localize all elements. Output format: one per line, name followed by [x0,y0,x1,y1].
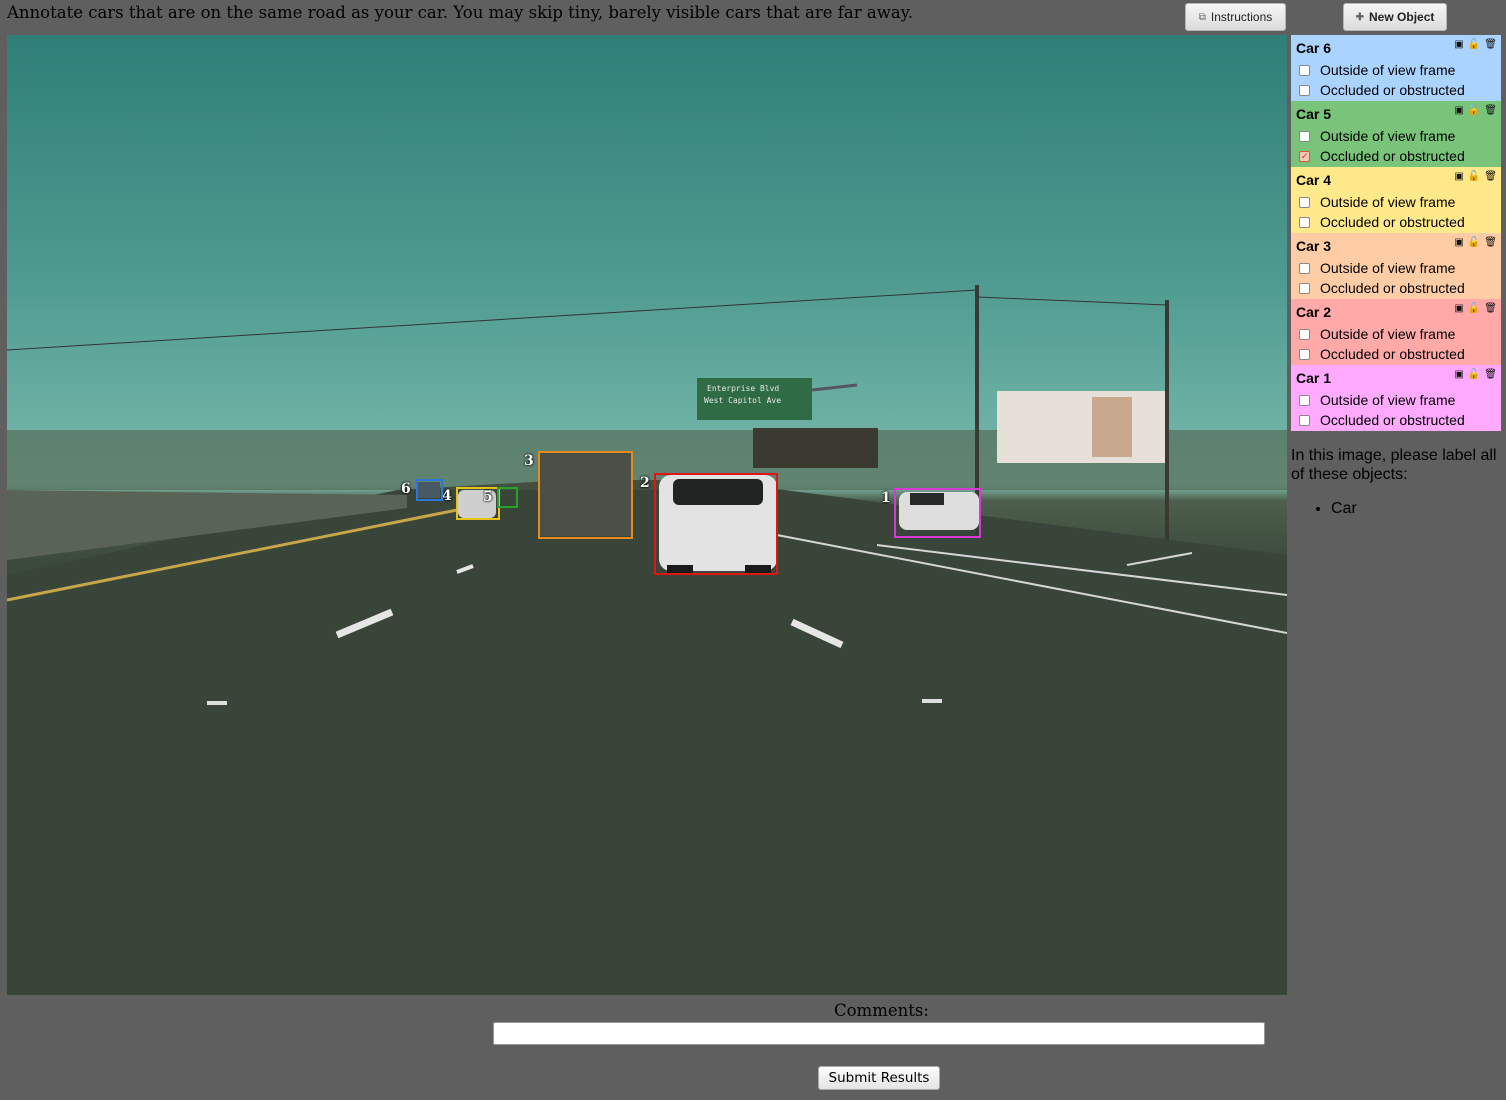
new-object-label: New Object [1369,10,1435,24]
popup-icon: ⧉ [1198,11,1206,23]
label-prompt: In this image, please label all of these… [1291,446,1501,518]
object-item-car[interactable]: Car 5 ▣ 🔓 🗑 Outside of view frame ✓ Occluded o… [1291,101,1501,167]
submit-results-button[interactable]: Submit Results [818,1066,940,1090]
object-item-car[interactable]: Car 6 ▣ 🔓 🗑 Outside of view frame Occluded or… [1291,35,1501,101]
outside-frame-row[interactable]: Outside of view frame [1296,258,1496,278]
unlock-icon[interactable]: 🔓 [1468,171,1480,182]
trash-icon[interactable]: 🗑 [1484,105,1497,116]
image-icon[interactable]: ▣ [1454,369,1463,380]
plus-icon: ✚ [1355,11,1365,23]
outside-frame-checkbox[interactable] [1299,394,1310,406]
object-item-car[interactable]: Car 4 ▣ 🔓 🗑 Outside of view frame Occluded or… [1291,167,1501,233]
image-icon[interactable]: ▣ [1454,171,1463,182]
bounding-box[interactable] [538,451,633,539]
outside-frame-checkbox[interactable] [1299,130,1310,142]
outside-frame-checkbox[interactable] [1299,328,1310,340]
bounding-box-label: 5 [483,489,493,505]
road-scene: Enterprise Blvd West Capitol Ave [7,285,1287,995]
occluded-checkbox[interactable] [1299,216,1310,228]
bounding-box[interactable] [456,487,500,520]
comments-label: Comments: [834,1001,929,1020]
occluded-label: Occluded or obstructed [1320,82,1465,98]
prompt-text: In this image, please label all of these… [1291,447,1497,483]
bounding-box[interactable] [416,479,443,501]
unlock-icon[interactable]: 🔓 [1468,237,1480,248]
unlock-icon[interactable]: 🔓 [1468,39,1480,50]
object-list-panel: Car 6 ▣ 🔓 🗑 Outside of view frame Occluded or… [1291,35,1501,431]
object-tools: ▣ 🔓 🗑 [1454,171,1497,182]
outside-frame-row[interactable]: Outside of view frame [1296,60,1496,80]
image-icon[interactable]: ▣ [1454,39,1463,50]
bounding-box[interactable] [894,488,981,538]
bounding-box-label: 6 [401,481,411,497]
object-tools: ▣ 🔓 🗑 [1454,105,1497,116]
outside-frame-row[interactable]: Outside of view frame [1296,390,1496,410]
trash-icon[interactable]: 🗑 [1484,303,1497,314]
occluded-row[interactable]: Occluded or obstructed [1296,344,1496,364]
bounding-box[interactable] [654,473,778,575]
bounding-box[interactable] [497,487,518,508]
occluded-row[interactable]: Occluded or obstructed [1296,278,1496,298]
object-tools: ▣ 🔓 🗑 [1454,39,1497,50]
occluded-label: Occluded or obstructed [1320,148,1465,164]
bounding-box-label: 2 [640,475,650,491]
image-icon[interactable]: ▣ [1454,303,1463,314]
occluded-label: Occluded or obstructed [1320,412,1465,428]
occluded-row[interactable]: Occluded or obstructed [1296,212,1496,232]
occluded-row[interactable]: Occluded or obstructed [1296,410,1496,430]
outside-frame-checkbox[interactable] [1299,196,1310,208]
instructions-label: Instructions [1210,10,1273,24]
comments-input[interactable] [493,1022,1265,1045]
trash-icon[interactable]: 🗑 [1484,369,1497,380]
bounding-box-label: 3 [524,453,534,469]
object-tools: ▣ 🔓 🗑 [1454,237,1497,248]
bounding-box-label: 1 [881,490,891,506]
outside-frame-row[interactable]: Outside of view frame [1296,192,1496,212]
label-list: Car [1291,499,1501,518]
outside-frame-label: Outside of view frame [1320,194,1456,210]
sign-line-1: Enterprise Blvd [707,384,779,393]
instructions-button[interactable]: ⧉ Instructions [1185,3,1286,31]
task-instruction: Annotate cars that are on the same road … [7,3,914,22]
object-tools: ▣ 🔓 🗑 [1454,303,1497,314]
occluded-label: Occluded or obstructed [1320,346,1465,362]
sign-line-2: West Capitol Ave [704,396,781,405]
occluded-label: Occluded or obstructed [1320,214,1465,230]
occluded-checkbox[interactable] [1299,348,1310,360]
outside-frame-checkbox[interactable] [1299,64,1310,76]
trash-icon[interactable]: 🗑 [1484,237,1497,248]
image-icon[interactable]: ▣ [1454,105,1463,116]
outside-frame-checkbox[interactable] [1299,262,1310,274]
object-item-car[interactable]: Car 3 ▣ 🔓 🗑 Outside of view frame Occluded or… [1291,233,1501,299]
road-image[interactable]: Enterprise Blvd West Capitol Ave [7,35,1287,995]
unlock-icon[interactable]: 🔓 [1468,303,1480,314]
outside-frame-label: Outside of view frame [1320,260,1456,276]
occluded-row[interactable]: Occluded or obstructed [1296,80,1496,100]
outside-frame-label: Outside of view frame [1320,326,1456,342]
occluded-label: Occluded or obstructed [1320,280,1465,296]
bounding-box-label: 4 [442,488,452,504]
object-tools: ▣ 🔓 🗑 [1454,369,1497,380]
image-icon[interactable]: ▣ [1454,237,1463,248]
occluded-checkbox[interactable] [1299,282,1310,294]
outside-frame-label: Outside of view frame [1320,392,1456,408]
new-object-button[interactable]: ✚ New Object [1343,3,1447,31]
trash-icon[interactable]: 🗑 [1484,171,1497,182]
object-item-car[interactable]: Car 1 ▣ 🔓 🗑 Outside of view frame Occluded or… [1291,365,1501,431]
occluded-checkbox[interactable]: ✓ [1299,150,1310,162]
outside-frame-row[interactable]: Outside of view frame [1296,324,1496,344]
trash-icon[interactable]: 🗑 [1484,39,1497,50]
occluded-checkbox[interactable] [1299,84,1310,96]
outside-frame-row[interactable]: Outside of view frame [1296,126,1496,146]
unlock-icon[interactable]: 🔓 [1468,105,1480,116]
outside-frame-label: Outside of view frame [1320,62,1456,78]
occluded-checkbox[interactable] [1299,414,1310,426]
occluded-row[interactable]: ✓ Occluded or obstructed [1296,146,1496,166]
label-item-car: Car [1331,499,1501,518]
unlock-icon[interactable]: 🔓 [1468,369,1480,380]
outside-frame-label: Outside of view frame [1320,128,1456,144]
object-item-car[interactable]: Car 2 ▣ 🔓 🗑 Outside of view frame Occluded or… [1291,299,1501,365]
